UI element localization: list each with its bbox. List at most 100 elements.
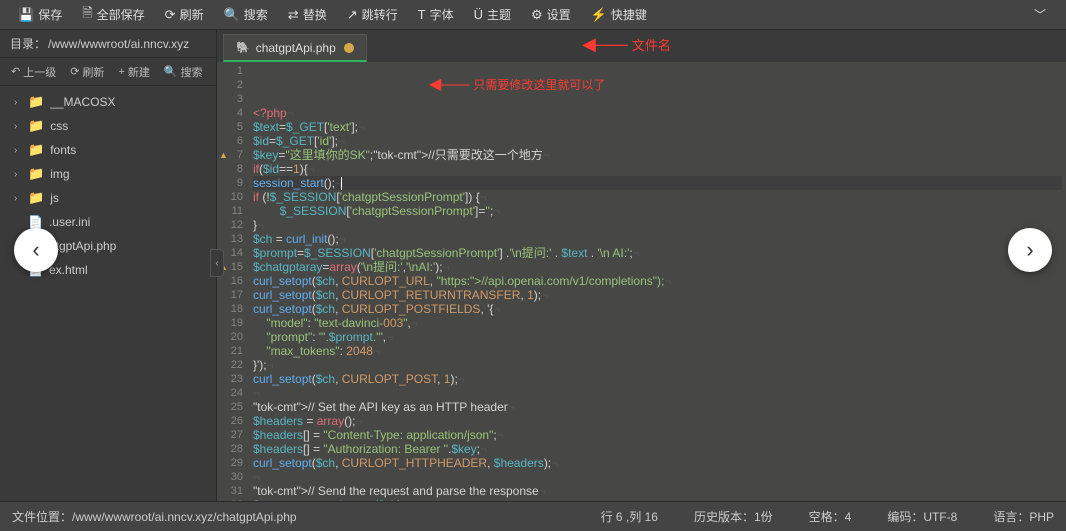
code-content[interactable]: <?php¬$text=$_GET['text'];¬$id=$_GET['id…: [249, 62, 1066, 501]
code-line[interactable]: curl_setopt($ch, CURLOPT_POST, 1);¬: [253, 372, 1062, 386]
up-button[interactable]: ↶上一级: [4, 58, 63, 86]
code-line[interactable]: $headers[] = "Authorization: Bearer ".$k…: [253, 442, 1062, 456]
font-button[interactable]: T字体: [408, 0, 464, 30]
code-line[interactable]: $response = curl_exec($ch);¬: [253, 498, 1062, 501]
status-history[interactable]: 历史版本：1份: [694, 508, 773, 525]
prev-button[interactable]: ‹: [14, 228, 58, 272]
next-button[interactable]: ›: [1008, 228, 1052, 272]
sb-search-label: 搜索: [181, 64, 203, 80]
code-line[interactable]: curl_setopt($ch, CURLOPT_RETURNTRANSFER,…: [253, 288, 1062, 302]
arrow-left-icon: ◀——: [429, 78, 467, 92]
code-line[interactable]: $prompt=$_SESSION['chatgptSessionPrompt'…: [253, 246, 1062, 260]
code-line[interactable]: "max_tokens": 2048¬: [253, 344, 1062, 358]
path-value: /www/wwwroot/ai.nncv.xyz: [48, 37, 189, 51]
chevron-down-icon: ﹀: [1034, 8, 1046, 22]
code-line[interactable]: $ch = curl_init();¬: [253, 232, 1062, 246]
code-line[interactable]: if($id==1){¬: [253, 162, 1062, 176]
font-label: 字体: [430, 6, 454, 23]
file-tree: ›📁__MACOSX›📁css›📁fonts›📁img›📁js📄.user.in…: [0, 86, 216, 501]
hotkey-button[interactable]: ⚡快捷键: [581, 0, 657, 30]
chevron-right-icon: ›: [14, 121, 24, 132]
toolbar-chevron-down[interactable]: ﹀: [1022, 6, 1058, 23]
search-label: 搜索: [244, 6, 268, 23]
folder-item[interactable]: ›📁fonts: [0, 138, 216, 162]
tree-label: .user.ini: [49, 215, 90, 229]
sidebar-toolbar: ↶上一级 ⟳刷新 +新建 🔍搜索: [0, 58, 216, 86]
code-line[interactable]: ¬: [253, 386, 1062, 400]
settings-button[interactable]: ⚙设置: [521, 0, 581, 30]
gear-icon: ⚙: [531, 7, 543, 23]
tabs: 🐘 chatgptApi.php ◀——文件名: [217, 30, 1066, 62]
code-line[interactable]: $id=$_GET['id'];¬: [253, 134, 1062, 148]
code-line[interactable]: $key="这里填你的SK";"tok-cmt">//只需要改这一个地方¬: [253, 148, 1062, 162]
tab-label: chatgptApi.php: [256, 41, 336, 55]
code-line[interactable]: $headers[] = "Content-Type: application/…: [253, 428, 1062, 442]
sb-search-button[interactable]: 🔍搜索: [157, 58, 210, 86]
sb-refresh-button[interactable]: ⟳刷新: [63, 58, 111, 86]
chevron-right-icon: ›: [1026, 237, 1033, 263]
code-line[interactable]: curl_setopt($ch, CURLOPT_HTTPHEADER, $he…: [253, 456, 1062, 470]
code-line[interactable]: }¬: [253, 218, 1062, 232]
plus-icon: +: [118, 66, 124, 78]
goto-icon: ↗: [347, 7, 358, 23]
code-line[interactable]: if (!$_SESSION['chatgptSessionPrompt']) …: [253, 190, 1062, 204]
code-line[interactable]: $text=$_GET['text'];¬: [253, 120, 1062, 134]
code-line[interactable]: "tok-cmt">// Send the request and parse …: [253, 484, 1062, 498]
save-all-icon: 🗎: [82, 4, 92, 26]
code-line[interactable]: }');¬: [253, 358, 1062, 372]
code-area[interactable]: 123456▲7891011121314▲1516171819202122232…: [217, 62, 1066, 501]
folder-item[interactable]: ›📁img: [0, 162, 216, 186]
theme-button[interactable]: Ü主题: [464, 0, 521, 30]
chevron-right-icon: ›: [14, 193, 24, 204]
status-indent[interactable]: 空格：4: [809, 508, 852, 525]
tree-label: fonts: [50, 143, 76, 157]
search-icon: 🔍: [224, 7, 240, 23]
status-encoding[interactable]: 编码：UTF-8: [887, 508, 957, 525]
code-line[interactable]: <?php¬: [253, 106, 1062, 120]
replace-button[interactable]: ⇄替换: [278, 0, 337, 30]
code-line[interactable]: "prompt": "'.$prompt.'",¬: [253, 330, 1062, 344]
refresh-button[interactable]: ⟳刷新: [155, 0, 214, 30]
folder-icon: 📁: [28, 94, 44, 110]
code-line[interactable]: $headers = array();¬: [253, 414, 1062, 428]
status-loc-label: 文件位置：: [12, 510, 72, 524]
code-line[interactable]: $_SESSION['chatgptSessionPrompt']='';¬: [253, 204, 1062, 218]
search-button[interactable]: 🔍搜索: [214, 0, 278, 30]
sidebar-collapse-handle[interactable]: ‹: [210, 249, 224, 277]
status-language[interactable]: 语言：PHP: [993, 508, 1054, 525]
folder-item[interactable]: ›📁js: [0, 186, 216, 210]
goto-button[interactable]: ↗跳转行: [337, 0, 408, 30]
folder-icon: 📁: [28, 118, 44, 134]
path-row: 目录： /www/wwwroot/ai.nncv.xyz: [0, 30, 216, 58]
code-line[interactable]: session_start();¬: [253, 176, 1062, 190]
tab-chatgptapi[interactable]: 🐘 chatgptApi.php: [223, 34, 367, 62]
up-icon: ↶: [11, 65, 20, 78]
up-label: 上一级: [23, 64, 56, 80]
save-button[interactable]: 💾保存: [8, 0, 72, 30]
new-button[interactable]: +新建: [111, 58, 156, 86]
code-line[interactable]: curl_setopt($ch, CURLOPT_POSTFIELDS, '{¬: [253, 302, 1062, 316]
code-line[interactable]: "model": "text-davinci-003",¬: [253, 316, 1062, 330]
hotkey-label: 快捷键: [611, 6, 647, 23]
line-gutter: 123456▲7891011121314▲1516171819202122232…: [217, 62, 249, 501]
hotkey-icon: ⚡: [591, 7, 607, 23]
refresh-icon: ⟳: [70, 65, 79, 78]
folder-item[interactable]: ›📁css: [0, 114, 216, 138]
save-all-button[interactable]: 🗎全部保存: [72, 0, 154, 30]
code-line[interactable]: curl_setopt($ch, CURLOPT_URL, "https:">/…: [253, 274, 1062, 288]
code-line[interactable]: "tok-cmt">// Set the API key as an HTTP …: [253, 400, 1062, 414]
status-position[interactable]: 行 6 ,列 16: [601, 508, 658, 525]
chevron-right-icon: ›: [14, 145, 24, 156]
replace-label: 替换: [303, 6, 327, 23]
folder-item[interactable]: ›📁__MACOSX: [0, 90, 216, 114]
arrow-left-icon: ◀——: [582, 34, 626, 55]
settings-label: 设置: [547, 6, 571, 23]
theme-icon: Ü: [474, 7, 483, 22]
folder-icon: 📁: [28, 190, 44, 206]
save-label: 保存: [38, 6, 62, 23]
refresh-icon: ⟳: [165, 7, 176, 23]
sb-refresh-label: 刷新: [82, 64, 104, 80]
chevron-left-icon: ‹: [215, 258, 218, 269]
code-line[interactable]: $chatgptaray=array('\n提问:','\nAI:');¬: [253, 260, 1062, 274]
code-line[interactable]: ¬: [253, 470, 1062, 484]
